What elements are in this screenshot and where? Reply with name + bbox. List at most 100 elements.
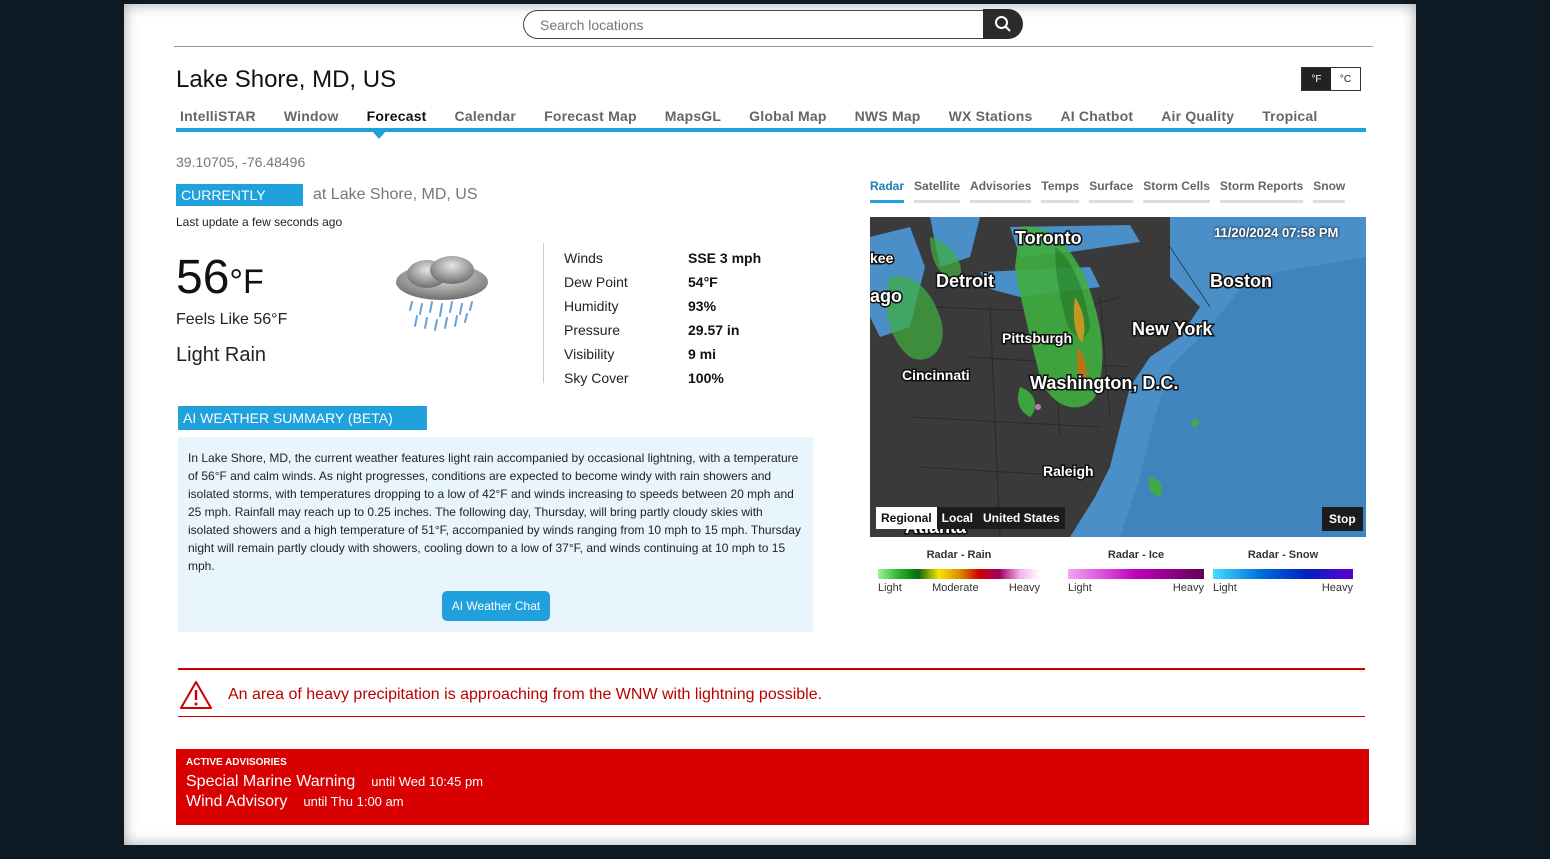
currently-badge: CURRENTLY (176, 184, 303, 206)
legend-labels: Light Heavy (1068, 582, 1204, 594)
nav-wx-stations[interactable]: WX Stations (945, 108, 1037, 124)
city-label: Boston (1210, 271, 1272, 291)
unit-toggle[interactable]: °F °C (1301, 67, 1361, 91)
stat-value: 93% (688, 298, 717, 314)
coordinates: 39.10705, -76.48496 (176, 154, 306, 170)
city-label: New York (1132, 319, 1213, 339)
legend-bar (1213, 569, 1353, 579)
advisory-until: until Wed 10:45 pm (371, 774, 484, 789)
legend-snow: Radar - Snow Light Heavy (1213, 549, 1353, 594)
legend-bar (1068, 569, 1204, 579)
alert-divider (178, 716, 1365, 717)
active-advisories: ACTIVE ADVISORIES Special Marine Warning… (176, 749, 1369, 825)
stat-label: Winds (564, 250, 603, 266)
legend-label: Heavy (1321, 582, 1353, 594)
search-icon (995, 16, 1011, 32)
unit-f-button[interactable]: °F (1302, 68, 1331, 90)
current-temperature: 56°F (176, 250, 264, 305)
search-button[interactable] (983, 9, 1023, 39)
radar-timestamp: 11/20/2024 07:58 PM (1214, 225, 1339, 240)
warning-icon (180, 681, 212, 709)
stat-value: 29.57 in (688, 322, 740, 338)
tab-advisories[interactable]: Advisories (970, 179, 1032, 203)
tab-snow[interactable]: Snow (1313, 179, 1346, 203)
legend-title: Radar - Ice (1107, 549, 1165, 561)
divider (543, 243, 544, 383)
nav-intellistar[interactable]: IntelliSTAR (176, 108, 260, 124)
unit-c-button[interactable]: °C (1331, 68, 1360, 90)
tab-surface[interactable]: Surface (1089, 179, 1134, 203)
divider (174, 46, 1373, 47)
alert-message: An area of heavy precipitation is approa… (228, 686, 823, 703)
radar-scope-buttons: Regional Local United States (876, 507, 1065, 529)
city-label: Cincinnati (902, 367, 970, 383)
stat-row: Visibility 9 mi (564, 342, 761, 366)
alert-divider (178, 668, 1365, 670)
stat-label: Humidity (564, 298, 619, 314)
main-nav: IntelliSTAR Window Forecast Calendar For… (176, 108, 1342, 124)
tab-storm-cells[interactable]: Storm Cells (1143, 179, 1210, 203)
scope-regional-button[interactable]: Regional (876, 507, 937, 529)
legend-label: Light (878, 582, 902, 594)
rain-cloud-icon (396, 256, 488, 331)
city-label: Pittsburgh (1002, 330, 1072, 346)
radar-map[interactable]: Toronto Detroit Boston New York Pittsbur… (870, 217, 1366, 537)
legend-label: Light (1213, 582, 1237, 594)
stat-value: 9 mi (688, 346, 717, 362)
stop-button[interactable]: Stop (1322, 507, 1363, 531)
nav-air-quality[interactable]: Air Quality (1157, 108, 1238, 124)
legend-rain: Radar - Rain Light Moderate Heavy (878, 549, 1040, 594)
city-label: kee (870, 250, 894, 266)
city-label: Toronto (1015, 228, 1082, 248)
stat-value: 54°F (688, 274, 718, 290)
tab-storm-reports[interactable]: Storm Reports (1219, 179, 1304, 203)
nav-ai-chatbot[interactable]: AI Chatbot (1056, 108, 1137, 124)
city-label: ago (870, 286, 902, 306)
advisories-heading: ACTIVE ADVISORIES (186, 757, 287, 768)
last-update: Last update a few seconds ago (176, 215, 343, 229)
legend-label: Heavy (1008, 582, 1040, 594)
legend-bar (878, 569, 1040, 579)
nav-global-map[interactable]: Global Map (745, 108, 830, 124)
feels-like: Feels Like 56°F (176, 311, 288, 328)
nav-forecast[interactable]: Forecast (363, 108, 431, 124)
city-label: Detroit (936, 271, 994, 291)
advisory-name[interactable]: Wind Advisory (186, 793, 287, 811)
nav-window[interactable]: Window (280, 108, 343, 124)
page-title: Lake Shore, MD, US (176, 66, 397, 93)
scope-local-button[interactable]: Local (936, 507, 979, 529)
condition: Light Rain (176, 344, 267, 366)
conditions-table: Winds SSE 3 mph Dew Point 54°F Humidity 93%… (564, 246, 761, 390)
tab-temps[interactable]: Temps (1041, 179, 1080, 203)
legend-labels: Light Moderate Heavy (878, 582, 1040, 594)
tab-satellite[interactable]: Satellite (914, 179, 961, 203)
stat-label: Pressure (564, 322, 621, 338)
stat-label: Sky Cover (564, 370, 629, 386)
ai-weather-chat-button[interactable]: AI Weather Chat (442, 591, 550, 621)
nav-tropical[interactable]: Tropical (1258, 108, 1321, 124)
temp-unit: °F (229, 263, 264, 301)
city-label: Washington, D.C. (1030, 373, 1178, 393)
legend-title: Radar - Snow (1247, 549, 1319, 561)
advisory-item[interactable]: Wind Advisory until Thu 1:00 am (186, 793, 1359, 811)
tab-radar[interactable]: Radar (870, 179, 905, 203)
nav-nws-map[interactable]: NWS Map (851, 108, 925, 124)
advisory-name[interactable]: Special Marine Warning (186, 773, 355, 791)
nav-mapsgl[interactable]: MapsGL (661, 108, 725, 124)
search-input[interactable] (523, 10, 983, 39)
stat-label: Visibility (564, 346, 615, 362)
nav-forecast-map[interactable]: Forecast Map (540, 108, 641, 124)
current-location-label: at Lake Shore, MD, US (313, 186, 478, 203)
legend-title: Radar - Rain (926, 549, 992, 561)
advisory-item[interactable]: Special Marine Warning until Wed 10:45 p… (186, 773, 1359, 791)
stat-row: Dew Point 54°F (564, 270, 761, 294)
stat-value: SSE 3 mph (688, 250, 762, 266)
page: Lake Shore, MD, US °F °C IntelliSTAR Win… (124, 4, 1416, 845)
stat-row: Humidity 93% (564, 294, 761, 318)
legend-label: Heavy (1172, 582, 1204, 594)
city-label: Raleigh (1043, 463, 1094, 479)
nav-calendar[interactable]: Calendar (451, 108, 521, 124)
scope-united-states-button[interactable]: United States (978, 507, 1065, 529)
ai-summary-heading: AI WEATHER SUMMARY (BETA) (178, 406, 427, 430)
stat-value: 100% (688, 370, 724, 386)
